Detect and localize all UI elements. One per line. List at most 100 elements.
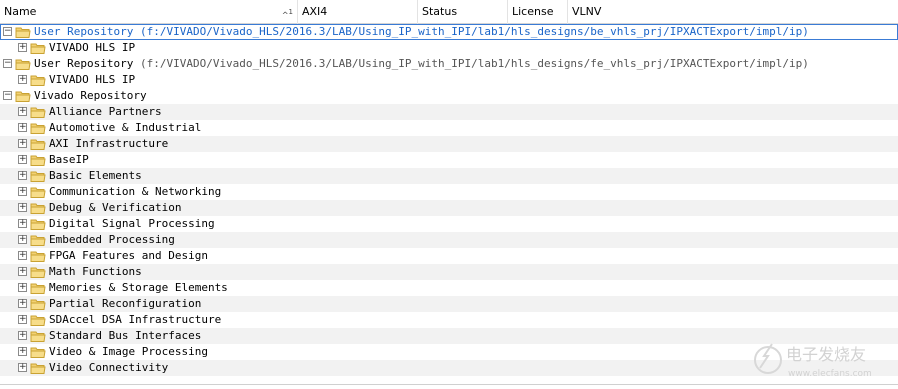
tree-row-name: Math Functions [49, 265, 142, 278]
tree-category-row[interactable]: + Embedded Processing [0, 232, 898, 248]
tree-category-row[interactable]: + Digital Signal Processing [0, 216, 898, 232]
expand-icon[interactable]: + [18, 155, 27, 164]
tree-row-name: Alliance Partners [49, 105, 162, 118]
tree-category-row[interactable]: + FPGA Features and Design [0, 248, 898, 264]
tree-row-name: Communication & Networking [49, 185, 222, 198]
tree-row-name: SDAccel DSA Infrastructure [49, 313, 222, 326]
ip-catalog-tree: − User Repository (f:/VIVADO/Vivado_HLS/2… [0, 24, 898, 376]
tree-row-name: Memories & Storage Elements [49, 281, 228, 294]
tree-category-row[interactable]: + Basic Elements [0, 168, 898, 184]
tree-category-row[interactable]: + Math Functions [0, 264, 898, 280]
expand-icon[interactable]: + [18, 139, 27, 148]
tree-row-name: AXI Infrastructure [49, 137, 169, 150]
expand-icon[interactable]: + [18, 235, 27, 244]
tree-category-row[interactable]: + BaseIP [0, 152, 898, 168]
folder-icon [30, 41, 46, 55]
expand-icon[interactable]: + [18, 347, 27, 356]
tree-row-label: VIVADO HLS IP [49, 72, 135, 88]
collapse-icon[interactable]: − [3, 59, 12, 68]
tree-row-label: Vivado Repository [34, 88, 147, 104]
tree-category-row[interactable]: + Alliance Partners [0, 104, 898, 120]
tree-category-row[interactable]: + Communication & Networking [0, 184, 898, 200]
folder-icon [30, 185, 46, 199]
tree-row-label: SDAccel DSA Infrastructure [49, 312, 221, 328]
folder-icon [30, 233, 46, 247]
expand-icon[interactable]: + [18, 203, 27, 212]
folder-icon [30, 345, 46, 359]
tree-row-label: Digital Signal Processing [49, 216, 215, 232]
tree-category-row[interactable]: + SDAccel DSA Infrastructure [0, 312, 898, 328]
column-header-vlnv[interactable]: VLNV [568, 0, 898, 24]
collapse-icon[interactable]: − [3, 27, 12, 36]
tree-row-name: Embedded Processing [49, 233, 175, 246]
tree-row-name: BaseIP [49, 153, 89, 166]
tree-row-name: Debug & Verification [49, 201, 182, 214]
tree-row-name: Standard Bus Interfaces [49, 329, 202, 342]
folder-icon [30, 265, 46, 279]
repository-path: (f:/VIVADO/Vivado_HLS/2016.3/LAB/Using_I… [139, 57, 809, 70]
repository-path: (f:/VIVADO/Vivado_HLS/2016.3/LAB/Using_I… [139, 25, 809, 38]
column-header-license-label: License [512, 5, 554, 18]
collapse-icon[interactable]: − [3, 91, 12, 100]
tree-category-row[interactable]: + Partial Reconfiguration [0, 296, 898, 312]
tree-category-row[interactable]: + Memories & Storage Elements [0, 280, 898, 296]
expand-icon[interactable]: + [18, 75, 27, 84]
tree-row-label: Communication & Networking [49, 184, 221, 200]
column-header-vlnv-label: VLNV [572, 5, 602, 18]
tree-repository-row[interactable]: − User Repository (f:/VIVADO/Vivado_HLS/2… [0, 24, 898, 40]
column-header-name[interactable]: Name ^1 [0, 0, 298, 24]
tree-row-name: Digital Signal Processing [49, 217, 215, 230]
tree-repository-row[interactable]: − User Repository (f:/VIVADO/Vivado_HLS/2… [0, 56, 898, 72]
expand-icon[interactable]: + [18, 283, 27, 292]
tree-row-name: Automotive & Industrial [49, 121, 202, 134]
watermark-url-text: www.elecfans.com [788, 369, 872, 379]
tree-row-name: VIVADO HLS IP [49, 73, 136, 86]
tree-row-name: User Repository [34, 57, 134, 70]
expand-icon[interactable]: + [18, 43, 27, 52]
expand-icon[interactable]: + [18, 251, 27, 260]
column-header-name-label: Name [4, 5, 37, 18]
folder-icon [30, 281, 46, 295]
expand-icon[interactable]: + [18, 187, 27, 196]
tree-row-name: Vivado Repository [34, 89, 147, 102]
tree-category-row[interactable]: + Automotive & Industrial [0, 120, 898, 136]
column-header-license[interactable]: License [508, 0, 568, 24]
folder-icon [30, 361, 46, 375]
tree-row-label: Standard Bus Interfaces [49, 328, 201, 344]
tree-row-name: FPGA Features and Design [49, 249, 208, 262]
expand-icon[interactable]: + [18, 123, 27, 132]
tree-row-label: Alliance Partners [49, 104, 162, 120]
expand-icon[interactable]: + [18, 315, 27, 324]
folder-icon [30, 105, 46, 119]
tree-category-row[interactable]: + AXI Infrastructure [0, 136, 898, 152]
tree-row-label: Debug & Verification [49, 200, 181, 216]
expand-icon[interactable]: + [18, 299, 27, 308]
folder-icon [30, 121, 46, 135]
folder-icon [15, 57, 31, 71]
folder-icon [30, 73, 46, 87]
expand-icon[interactable]: + [18, 107, 27, 116]
tree-row-label: Partial Reconfiguration [49, 296, 201, 312]
expand-icon[interactable]: + [18, 267, 27, 276]
tree-row-label: Memories & Storage Elements [49, 280, 228, 296]
tree-row-name: Partial Reconfiguration [49, 297, 202, 310]
folder-icon [30, 201, 46, 215]
watermark-brand-text: 电子发烧友 [786, 345, 866, 364]
watermark-logo: 电子发烧友 www.elecfans.com [754, 338, 884, 382]
folder-icon [30, 217, 46, 231]
folder-icon [15, 25, 31, 39]
tree-category-row[interactable]: + Debug & Verification [0, 200, 898, 216]
tree-row-label: AXI Infrastructure [49, 136, 168, 152]
tree-category-row[interactable]: + VIVADO HLS IP [0, 72, 898, 88]
column-header-status[interactable]: Status [418, 0, 508, 24]
expand-icon[interactable]: + [18, 331, 27, 340]
tree-category-row[interactable]: + VIVADO HLS IP [0, 40, 898, 56]
bottom-divider [0, 384, 898, 385]
expand-icon[interactable]: + [18, 219, 27, 228]
tree-row-name: VIVADO HLS IP [49, 41, 136, 54]
folder-icon [30, 313, 46, 327]
tree-repository-row[interactable]: − Vivado Repository [0, 88, 898, 104]
column-header-axi4[interactable]: AXI4 [298, 0, 418, 24]
expand-icon[interactable]: + [18, 171, 27, 180]
expand-icon[interactable]: + [18, 363, 27, 372]
